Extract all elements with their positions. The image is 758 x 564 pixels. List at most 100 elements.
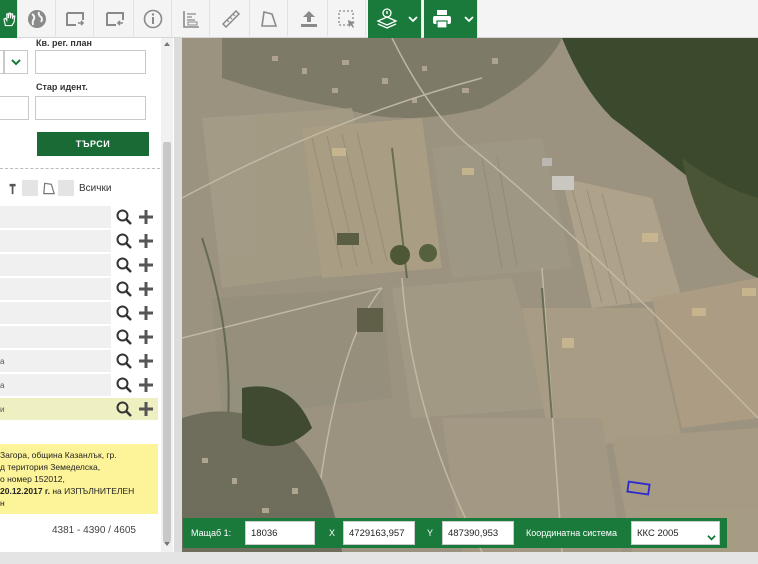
add-icon[interactable] bbox=[137, 376, 155, 394]
zoom-to-icon[interactable] bbox=[115, 232, 133, 250]
coordinate-system-label: Координатна система bbox=[526, 528, 617, 538]
info-icon bbox=[143, 9, 162, 29]
polygon-filter-icon[interactable] bbox=[41, 180, 56, 196]
globe-button[interactable] bbox=[18, 0, 56, 38]
add-icon[interactable] bbox=[137, 256, 155, 274]
measure-area-button[interactable] bbox=[172, 0, 210, 38]
upload-button[interactable] bbox=[290, 0, 328, 38]
zoom-frame-out-button[interactable] bbox=[96, 0, 134, 38]
star-ident-label: Стар идент. bbox=[36, 82, 88, 92]
ruler-button[interactable] bbox=[212, 0, 250, 38]
print-icon bbox=[433, 10, 451, 29]
toolbar bbox=[0, 0, 758, 38]
result-row[interactable] bbox=[0, 302, 158, 324]
polygon-icon bbox=[260, 11, 277, 27]
print-button[interactable] bbox=[424, 0, 478, 38]
info-line-3: о номер 152012, bbox=[0, 474, 65, 484]
scroll-up-icon[interactable] bbox=[161, 38, 173, 50]
info-line-2: д територия Земеделска, bbox=[0, 462, 101, 472]
add-icon[interactable] bbox=[137, 280, 155, 298]
add-icon[interactable] bbox=[137, 328, 155, 346]
kv-reg-plan-label: Кв. рег. план bbox=[36, 38, 92, 48]
coordinate-bar: Мащаб 1: 18036 X 4729163,957 Y 487390,95… bbox=[183, 518, 727, 548]
result-row[interactable]: а bbox=[0, 374, 158, 396]
scrollbar-thumb[interactable] bbox=[163, 142, 171, 542]
satellite-map[interactable] bbox=[182, 38, 758, 552]
status-strip bbox=[0, 552, 758, 564]
zoom-to-icon[interactable] bbox=[115, 304, 133, 322]
search-button[interactable]: ТЪРСИ bbox=[37, 132, 149, 156]
add-icon[interactable] bbox=[137, 304, 155, 322]
y-label: Y bbox=[427, 528, 434, 538]
result-row[interactable] bbox=[0, 230, 158, 252]
info-button[interactable] bbox=[134, 0, 172, 38]
result-row-label bbox=[0, 254, 111, 276]
x-label: X bbox=[329, 528, 336, 538]
result-row[interactable]: и bbox=[0, 398, 158, 420]
lower-left-field[interactable] bbox=[0, 96, 29, 120]
scale-label: Мащаб 1: bbox=[191, 528, 232, 538]
zoom-to-icon[interactable] bbox=[115, 256, 133, 274]
result-row-label: и bbox=[0, 398, 111, 420]
add-icon[interactable] bbox=[137, 400, 155, 418]
layers-info-button[interactable] bbox=[368, 0, 422, 38]
chevron-down-icon bbox=[464, 16, 474, 23]
globe-icon bbox=[27, 10, 46, 28]
zoom-to-icon[interactable] bbox=[115, 328, 133, 346]
search-panel: Кв. рег. план Стар идент. ТЪРСИ Всички а… bbox=[0, 38, 174, 552]
result-row-label bbox=[0, 302, 111, 324]
divider bbox=[0, 168, 160, 169]
polygon-button[interactable] bbox=[250, 0, 288, 38]
pan-hand-button[interactable] bbox=[0, 0, 18, 38]
info-line-1: Загора, община Казанлък, гр. bbox=[0, 450, 117, 460]
select-region-button[interactable] bbox=[328, 0, 366, 38]
info-line-5: н bbox=[0, 498, 5, 508]
result-row[interactable] bbox=[0, 326, 158, 348]
chevron-down-icon bbox=[11, 59, 21, 66]
filter-toggle-box[interactable] bbox=[22, 180, 38, 196]
zoom-to-icon[interactable] bbox=[115, 400, 133, 418]
star-ident-input[interactable] bbox=[35, 96, 146, 120]
chevron-down-icon bbox=[707, 535, 716, 541]
dropdown-toggle[interactable] bbox=[4, 50, 28, 74]
select-region-icon bbox=[337, 10, 355, 28]
scroll-down-icon[interactable] bbox=[161, 538, 173, 550]
zoom-to-icon[interactable] bbox=[115, 280, 133, 298]
pin-icon[interactable] bbox=[7, 182, 19, 196]
result-row[interactable] bbox=[0, 254, 158, 276]
x-coordinate-field[interactable]: 4729163,957 bbox=[343, 521, 415, 545]
result-row-label bbox=[0, 278, 111, 300]
zoom-to-icon[interactable] bbox=[115, 208, 133, 226]
info-box: Загора, община Казанлък, гр. д територия… bbox=[0, 444, 158, 514]
map-frame-out-icon bbox=[105, 12, 124, 26]
info-line-4: 20.12.2017 г. на ИЗПЪЛНИТЕЛЕН bbox=[0, 485, 158, 497]
coordinate-system-select[interactable]: ККС 2005 bbox=[631, 521, 720, 545]
filter-row: Всички bbox=[0, 180, 160, 198]
result-row[interactable]: а bbox=[0, 350, 158, 372]
result-row[interactable] bbox=[0, 206, 158, 228]
filter-toggle-box-2[interactable] bbox=[58, 180, 74, 196]
y-coordinate-field[interactable]: 487390,953 bbox=[442, 521, 514, 545]
result-row-label bbox=[0, 206, 111, 228]
coordinate-system-value: ККС 2005 bbox=[637, 528, 679, 539]
result-row-label: а bbox=[0, 374, 111, 396]
add-icon[interactable] bbox=[137, 208, 155, 226]
add-icon[interactable] bbox=[137, 352, 155, 370]
upload-icon bbox=[300, 11, 317, 27]
result-row-label: а bbox=[0, 350, 111, 372]
add-icon[interactable] bbox=[137, 232, 155, 250]
panel-splitter[interactable] bbox=[174, 38, 182, 552]
panel-scrollbar[interactable] bbox=[161, 38, 173, 552]
info-line-4-rest: на ИЗПЪЛНИТЕЛЕН bbox=[49, 486, 135, 496]
map-imagery bbox=[182, 38, 758, 552]
kv-reg-plan-input[interactable] bbox=[35, 50, 146, 74]
app-root: Кв. рег. план Стар идент. ТЪРСИ Всички а… bbox=[0, 0, 758, 564]
result-row[interactable] bbox=[0, 278, 158, 300]
result-row-label bbox=[0, 326, 111, 348]
filter-all-label[interactable]: Всички bbox=[79, 183, 111, 194]
info-date: 20.12.2017 г. bbox=[0, 486, 50, 496]
scale-input[interactable]: 18036 bbox=[245, 521, 315, 545]
zoom-frame-button[interactable] bbox=[56, 0, 94, 38]
zoom-to-icon[interactable] bbox=[115, 352, 133, 370]
zoom-to-icon[interactable] bbox=[115, 376, 133, 394]
